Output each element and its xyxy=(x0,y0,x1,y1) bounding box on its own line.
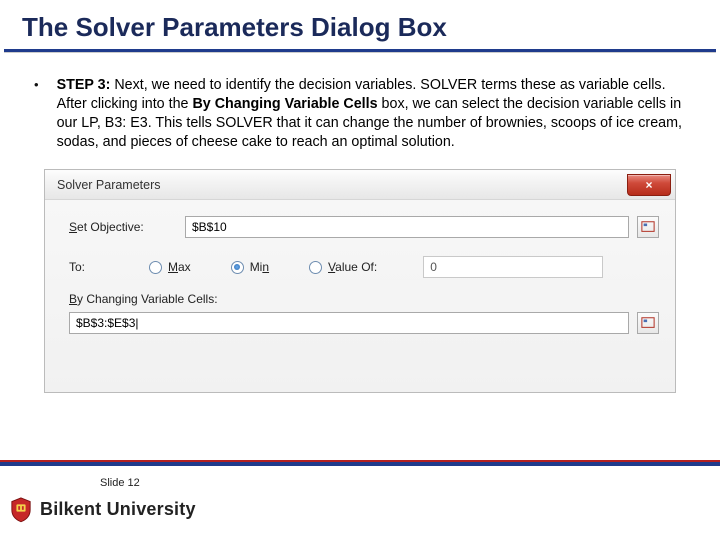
university-logo: Bilkent University xyxy=(10,497,196,523)
valueof-input[interactable] xyxy=(423,256,603,278)
dialog-title: Solver Parameters xyxy=(57,178,161,192)
radio-min-label: Min xyxy=(250,260,269,274)
slide-body: • STEP 3: Next, we need to identify the … xyxy=(0,52,720,393)
range-picker-icon xyxy=(641,220,655,234)
to-row: To: Max Min Value Of: xyxy=(69,256,659,278)
bullet-row: • STEP 3: Next, we need to identify the … xyxy=(34,76,686,151)
changing-cells-row xyxy=(69,312,659,334)
slide-title: The Solver Parameters Dialog Box xyxy=(0,0,720,49)
range-picker-button-cells[interactable] xyxy=(637,312,659,334)
range-picker-button-objective[interactable] xyxy=(637,216,659,238)
range-picker-icon xyxy=(641,316,655,330)
changing-cells-label: By Changing Variable Cells: xyxy=(69,292,659,306)
dialog-screenshot: Solver Parameters × Set Objective: To: xyxy=(44,169,676,393)
changing-cells-input[interactable] xyxy=(69,312,629,334)
footer-bar xyxy=(0,460,720,466)
radio-valueof[interactable]: Value Of: xyxy=(309,260,377,274)
radio-valueof-label: Value Of: xyxy=(328,260,377,274)
radio-max-label: Max xyxy=(168,260,191,274)
set-objective-input[interactable] xyxy=(185,216,629,238)
radio-max[interactable]: Max xyxy=(149,260,191,274)
shield-icon xyxy=(10,497,32,523)
set-objective-label: Set Objective: xyxy=(69,220,177,234)
bullet-dot: • xyxy=(34,76,39,151)
step-label: STEP 3: xyxy=(57,77,111,93)
close-button[interactable]: × xyxy=(627,174,671,196)
to-label: To: xyxy=(69,260,109,274)
radio-min[interactable]: Min xyxy=(231,260,269,274)
slide-number: Slide 12 xyxy=(100,477,140,489)
university-name: Bilkent University xyxy=(40,499,196,520)
close-icon: × xyxy=(645,178,652,192)
radio-max-indicator xyxy=(149,261,162,274)
radio-valueof-indicator xyxy=(309,261,322,274)
step-paragraph: STEP 3: Next, we need to identify the de… xyxy=(57,76,686,151)
set-objective-row: Set Objective: xyxy=(69,216,659,238)
step-bold-1: By Changing Variable Cells xyxy=(192,96,377,112)
radio-min-indicator xyxy=(231,261,244,274)
dialog-titlebar: Solver Parameters × xyxy=(45,170,675,200)
dialog-body: Set Objective: To: Max Min xyxy=(45,200,675,334)
